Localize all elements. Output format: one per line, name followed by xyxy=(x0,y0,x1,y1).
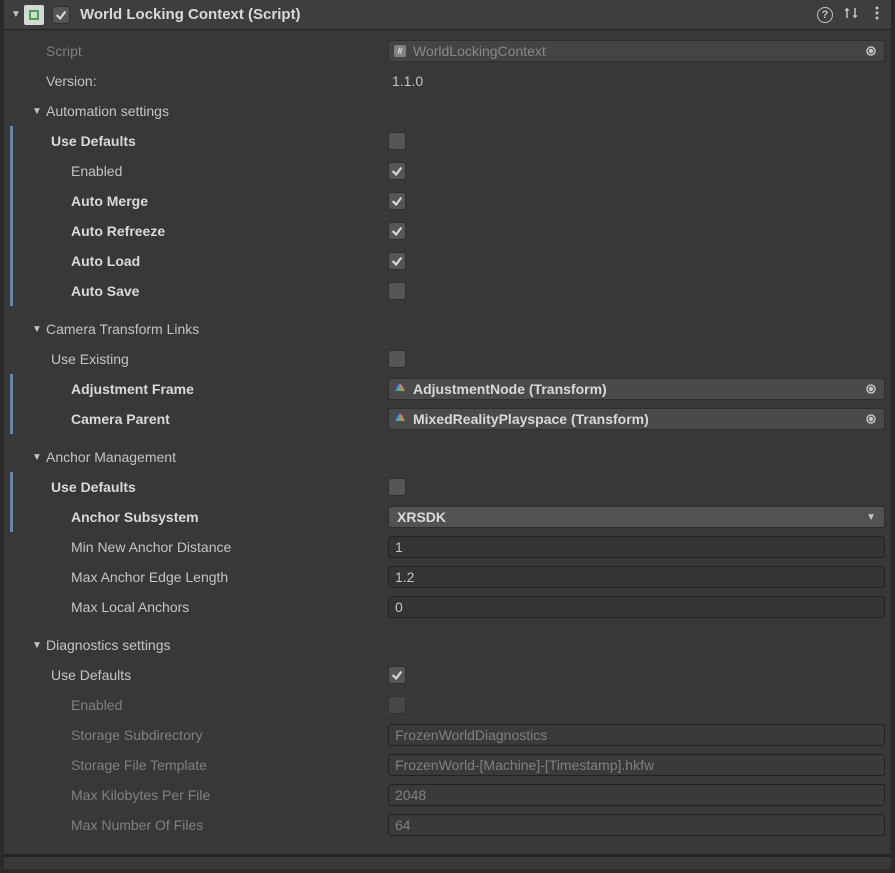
automation-title: Automation settings xyxy=(46,103,169,119)
automation-item-label: Auto Merge xyxy=(71,193,148,209)
transform-icon xyxy=(393,382,407,396)
max-files-row: Max Number Of Files 64 xyxy=(4,810,891,840)
component-enabled-checkbox[interactable] xyxy=(52,6,70,24)
automation-item-row: Auto Refreeze xyxy=(4,216,891,246)
anchor-use-defaults-checkbox[interactable] xyxy=(388,478,406,496)
automation-item-checkbox[interactable] xyxy=(388,282,406,300)
script-row: Script # WorldLockingContext xyxy=(4,36,891,66)
automation-item-label: Enabled xyxy=(71,163,122,179)
presets-icon[interactable] xyxy=(843,5,859,24)
max-anchor-edge-field[interactable]: 1.2 xyxy=(388,566,885,588)
diag-enabled-row: Enabled xyxy=(4,690,891,720)
diagnostics-section-header[interactable]: ▼ Diagnostics settings xyxy=(4,630,891,660)
component-title: World Locking Context (Script) xyxy=(80,6,817,23)
diag-use-defaults-row: Use Defaults xyxy=(4,660,891,690)
automation-use-defaults-checkbox[interactable] xyxy=(388,132,406,150)
component-header[interactable]: ▼ World Locking Context (Script) ? xyxy=(4,0,891,30)
adjustment-frame-field[interactable]: AdjustmentNode (Transform) xyxy=(388,378,885,400)
script-label: Script xyxy=(46,43,82,59)
adjustment-frame-row: Adjustment Frame AdjustmentNode (Transfo… xyxy=(4,374,891,404)
automation-item-row: Auto Merge xyxy=(4,186,891,216)
transform-icon xyxy=(393,412,407,426)
automation-use-defaults-row: Use Defaults xyxy=(4,126,891,156)
version-value: 1.1.0 xyxy=(388,73,423,89)
divider xyxy=(4,854,891,857)
automation-item-checkbox[interactable] xyxy=(388,162,406,180)
camera-use-existing-checkbox[interactable] xyxy=(388,350,406,368)
automation-item-row: Enabled xyxy=(4,156,891,186)
max-local-anchors-row: Max Local Anchors 0 xyxy=(4,592,891,622)
inspector-panel: ▼ World Locking Context (Script) ? xyxy=(0,0,895,873)
max-local-anchors-field[interactable]: 0 xyxy=(388,596,885,618)
camera-use-existing-row: Use Existing xyxy=(4,344,891,374)
automation-item-row: Auto Load xyxy=(4,246,891,276)
script-object-field[interactable]: # WorldLockingContext xyxy=(388,40,885,62)
object-picker-icon[interactable] xyxy=(862,410,880,428)
max-files-field: 64 xyxy=(388,814,885,836)
foldout-icon[interactable]: ▼ xyxy=(28,640,46,651)
object-picker-icon[interactable] xyxy=(862,380,880,398)
diag-enabled-checkbox xyxy=(388,696,406,714)
min-anchor-distance-row: Min New Anchor Distance 1 xyxy=(4,532,891,562)
anchor-subsystem-row: Anchor Subsystem XRSDK ▼ xyxy=(4,502,891,532)
anchor-section-header[interactable]: ▼ Anchor Management xyxy=(4,442,891,472)
chevron-down-icon: ▼ xyxy=(866,512,876,523)
automation-section-header[interactable]: ▼ Automation settings xyxy=(4,96,891,126)
help-icon[interactable]: ? xyxy=(817,7,833,23)
foldout-icon[interactable]: ▼ xyxy=(28,324,46,335)
foldout-icon[interactable]: ▼ xyxy=(10,9,22,20)
automation-item-row: Auto Save xyxy=(4,276,891,306)
version-label: Version: xyxy=(46,73,97,89)
diag-use-defaults-checkbox[interactable] xyxy=(388,666,406,684)
svg-text:#: # xyxy=(397,46,402,56)
anchor-use-defaults-row: Use Defaults xyxy=(4,472,891,502)
max-kb-row: Max Kilobytes Per File 2048 xyxy=(4,780,891,810)
foldout-icon[interactable]: ▼ xyxy=(28,106,46,117)
script-icon xyxy=(24,5,44,25)
camera-section-header[interactable]: ▼ Camera Transform Links xyxy=(4,314,891,344)
version-row: Version: 1.1.0 xyxy=(4,66,891,96)
anchor-subsystem-dropdown[interactable]: XRSDK ▼ xyxy=(388,506,885,528)
object-picker-icon[interactable] xyxy=(862,42,880,60)
foldout-icon[interactable]: ▼ xyxy=(28,452,46,463)
min-anchor-distance-field[interactable]: 1 xyxy=(388,536,885,558)
storage-file-row: Storage File Template FrozenWorld-[Machi… xyxy=(4,750,891,780)
max-anchor-edge-row: Max Anchor Edge Length 1.2 xyxy=(4,562,891,592)
csharp-icon: # xyxy=(393,44,407,58)
automation-item-checkbox[interactable] xyxy=(388,252,406,270)
max-kb-field: 2048 xyxy=(388,784,885,806)
automation-item-checkbox[interactable] xyxy=(388,192,406,210)
storage-dir-field: FrozenWorldDiagnostics xyxy=(388,724,885,746)
automation-item-label: Auto Refreeze xyxy=(71,223,165,239)
storage-file-field: FrozenWorld-[Machine]-[Timestamp].hkfw xyxy=(388,754,885,776)
storage-dir-row: Storage Subdirectory FrozenWorldDiagnost… xyxy=(4,720,891,750)
camera-parent-row: Camera Parent MixedRealityPlayspace (Tra… xyxy=(4,404,891,434)
automation-item-label: Auto Load xyxy=(71,253,140,269)
camera-parent-field[interactable]: MixedRealityPlayspace (Transform) xyxy=(388,408,885,430)
kebab-menu-icon[interactable] xyxy=(869,5,885,24)
automation-item-label: Auto Save xyxy=(71,283,139,299)
automation-item-checkbox[interactable] xyxy=(388,222,406,240)
